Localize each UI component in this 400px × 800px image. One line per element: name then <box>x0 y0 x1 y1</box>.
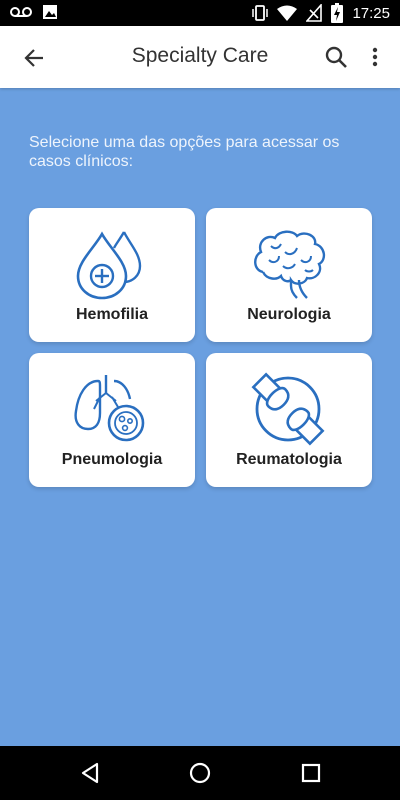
instruction-text: Selecione uma das opções para acessar os… <box>29 134 340 170</box>
lungs-icon <box>74 375 145 442</box>
app-bar: Specialty Care <box>0 26 400 88</box>
brain-icon <box>254 230 326 299</box>
search-icon <box>325 46 347 68</box>
back-triangle-icon <box>81 762 99 784</box>
more-vert-icon <box>372 47 378 67</box>
card-hemofilia[interactable]: Hemofilia <box>29 208 195 342</box>
vibrate-icon <box>252 5 269 21</box>
card-label: Pneumologia <box>61 451 163 468</box>
card-reumatologia[interactable]: Reumatologia <box>206 353 372 487</box>
card-label: Neurologia <box>247 306 331 323</box>
search-button[interactable] <box>320 41 352 73</box>
more-options-button[interactable] <box>362 41 388 73</box>
card-pneumologia[interactable]: Pneumologia <box>29 353 195 487</box>
card-neurologia[interactable]: Neurologia <box>206 208 372 342</box>
nav-back-button[interactable] <box>75 758 105 788</box>
wifi-icon <box>277 5 298 21</box>
card-label: Reumatologia <box>236 451 342 468</box>
voicemail-icon <box>10 7 32 17</box>
status-time: 17:25 <box>352 4 390 22</box>
image-icon <box>43 5 57 19</box>
nav-home-button[interactable] <box>185 758 215 788</box>
status-bar: 17:25 <box>0 0 400 26</box>
nav-recents-button[interactable] <box>296 758 326 788</box>
recents-square-icon <box>301 763 321 783</box>
joint-icon <box>251 372 325 446</box>
home-circle-icon <box>189 762 211 784</box>
blood-drops-icon <box>76 231 142 300</box>
system-nav-bar <box>0 746 400 800</box>
no-sim-icon <box>306 4 323 22</box>
card-label: Hemofilia <box>75 306 148 323</box>
battery-charging-icon <box>331 3 344 23</box>
